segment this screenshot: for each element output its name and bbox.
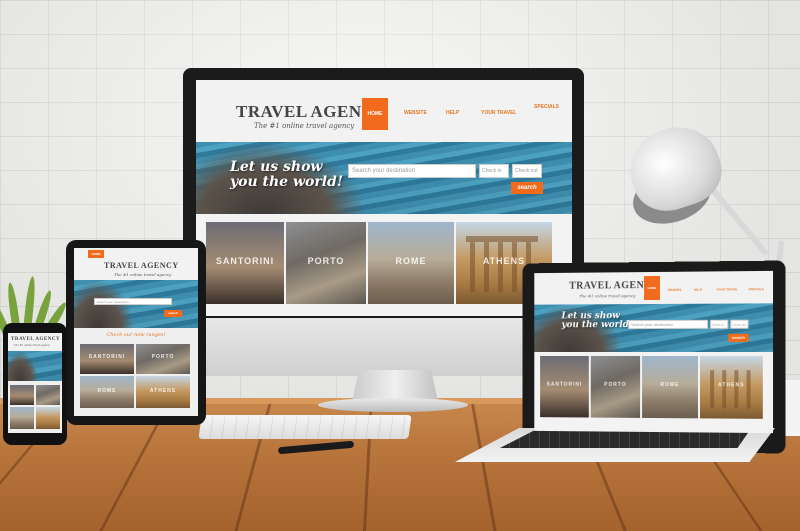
laptop-nav-specials[interactable]: SPECIALS: [749, 287, 764, 291]
search-button[interactable]: search: [511, 182, 543, 194]
city-card-rome[interactable]: ROME: [368, 222, 454, 304]
laptop-hero-headline: Let us show you the world!: [561, 312, 632, 331]
nav-specials[interactable]: SPECIALS: [534, 104, 559, 110]
nav-website[interactable]: WEBSITE: [404, 110, 427, 116]
tablet-search-button[interactable]: search: [164, 310, 182, 317]
laptop-nav-home[interactable]: HOME: [644, 276, 660, 300]
laptop-check-in[interactable]: Check in: [710, 320, 728, 329]
nav-your-travel[interactable]: YOUR TRAVEL: [481, 110, 516, 116]
hero-headline: Let us show you the world!: [230, 160, 343, 189]
phone-city-porto[interactable]: [36, 385, 60, 405]
city-label: PORTO: [286, 256, 366, 266]
phone-logo-title: TRAVEL AGENCY: [11, 337, 60, 342]
laptop-header: TRAVEL AGENCY The #1 online travel agenc…: [534, 271, 773, 305]
tablet-logo-title: TRAVEL AGENCY: [104, 261, 179, 270]
laptop-city-porto[interactable]: PORTO: [591, 356, 640, 418]
tablet-screen: HOME TRAVEL AGENCY The #1 online travel …: [74, 248, 198, 416]
site-header: TRAVEL AGENCY The #1 online travel agenc…: [196, 80, 572, 142]
destinations-grid: SANTORINI PORTO ROME ATHENS: [196, 214, 572, 316]
hero-line-1: Let us show: [230, 160, 343, 175]
laptop-destinations: SANTORINI PORTO ROME ATHENS: [534, 352, 773, 433]
tablet-hero: Search your destination search: [74, 280, 198, 328]
tablet-city-porto[interactable]: PORTO: [136, 344, 190, 374]
tablet-city-rome[interactable]: ROME: [80, 376, 134, 408]
laptop-nav-your-travel[interactable]: YOUR TRAVEL: [716, 287, 738, 291]
monitor-stand-base: [318, 398, 468, 412]
hero-banner: Let us show you the world! Search your d…: [196, 142, 572, 214]
laptop-keyboard: [500, 430, 750, 448]
phone-hero: [8, 351, 62, 381]
laptop-nav-help[interactable]: HELP: [694, 288, 702, 292]
city-label: SANTORINI: [206, 256, 284, 266]
laptop-check-out[interactable]: Check out: [730, 320, 748, 329]
city-card-santorini[interactable]: SANTORINI: [206, 222, 284, 304]
check-in-field[interactable]: Check in: [479, 164, 509, 178]
laptop-city-santorini[interactable]: SANTORINI: [540, 356, 589, 418]
tablet-promo-text: Check our new ranges!: [74, 332, 198, 338]
phone-logo-tagline: The #1 online travel agency: [14, 344, 50, 347]
phone-screen: TRAVEL AGENCY The #1 online travel agenc…: [8, 333, 62, 433]
city-card-porto[interactable]: PORTO: [286, 222, 366, 304]
tablet-nav-home[interactable]: HOME: [88, 250, 104, 258]
nav-help[interactable]: HELP: [446, 110, 459, 116]
tablet-search-input[interactable]: Search your destination: [94, 298, 172, 305]
check-out-field[interactable]: Check out: [512, 164, 542, 178]
logo-tagline: The #1 online travel agency: [254, 122, 354, 130]
tablet-logo-tagline: The #1 online travel agency: [114, 272, 171, 277]
laptop-city-rome[interactable]: ROME: [642, 356, 698, 418]
monitor-screen: TRAVEL AGENCY The #1 online travel agenc…: [196, 80, 572, 316]
laptop-search-button[interactable]: search: [728, 334, 748, 342]
phone-header: TRAVEL AGENCY The #1 online travel agenc…: [8, 333, 62, 351]
phone-city-athens[interactable]: [36, 407, 60, 429]
laptop-logo-tagline: The #1 online travel agency: [579, 293, 635, 298]
keyboard: [198, 415, 411, 439]
tablet-city-athens[interactable]: ATHENS: [136, 376, 190, 408]
nav-home[interactable]: HOME: [362, 98, 388, 130]
phone-city-rome[interactable]: [10, 407, 34, 429]
laptop-nav-website[interactable]: WEBSITE: [668, 288, 682, 292]
hero-line-2: you the world!: [230, 175, 343, 190]
search-input[interactable]: Search your destination: [348, 164, 476, 178]
city-label: ROME: [368, 256, 454, 266]
tablet-city-santorini[interactable]: SANTORINI: [80, 344, 134, 374]
phone-city-santorini[interactable]: [10, 385, 34, 405]
laptop-city-athens[interactable]: ATHENS: [700, 356, 763, 419]
laptop-hero: Let us show you the world! Search your d…: [534, 303, 773, 352]
laptop-screen: TRAVEL AGENCY The #1 online travel agenc…: [534, 271, 773, 433]
laptop-search-input[interactable]: Search your destination: [628, 320, 708, 329]
tablet-header: HOME TRAVEL AGENCY The #1 online travel …: [74, 248, 198, 280]
